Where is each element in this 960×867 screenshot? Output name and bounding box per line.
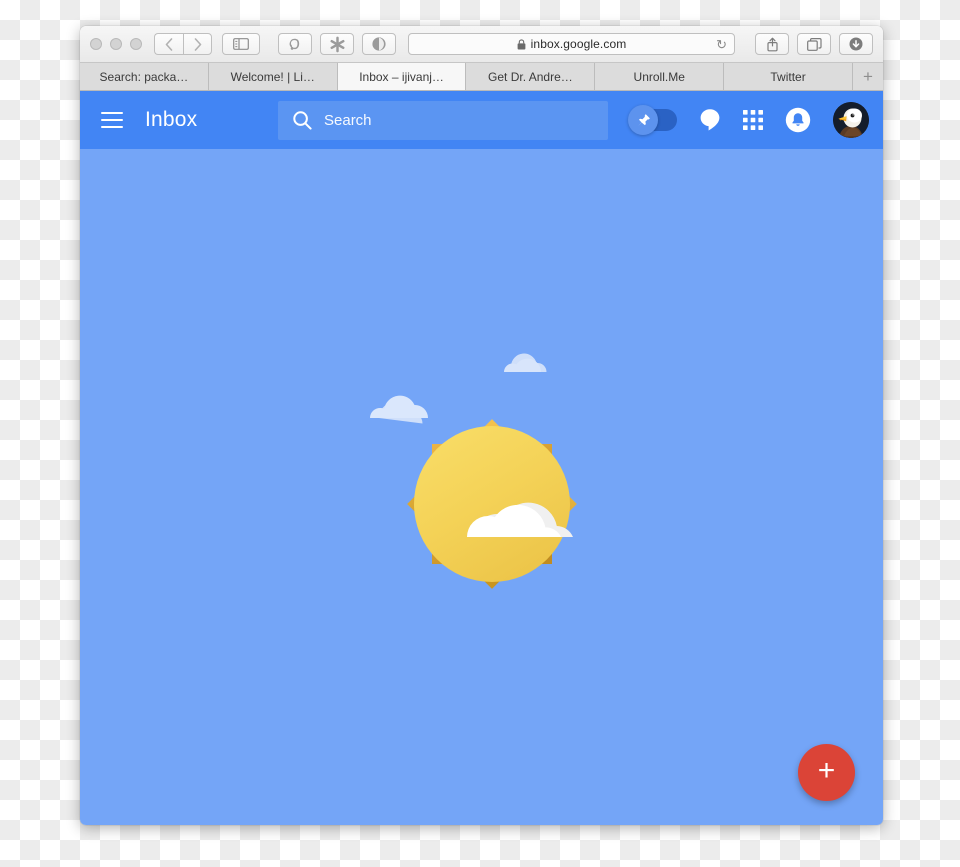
minimize-window-button[interactable] [110, 38, 122, 50]
pin-toggle-knob [628, 105, 658, 135]
sun-disc [413, 426, 570, 582]
pin-toggle[interactable] [628, 105, 677, 135]
tabs-overview-button[interactable] [797, 33, 831, 55]
sidebar-toggle-button[interactable] [222, 33, 260, 55]
apps-grid-icon [743, 110, 763, 130]
browser-toolbar: inbox.google.com ↻ [80, 26, 883, 63]
shield-icon [372, 37, 386, 51]
download-icon [849, 37, 863, 51]
snowflake-extension-button[interactable] [320, 33, 354, 55]
browser-tab[interactable]: Unroll.Me [595, 63, 725, 90]
elephant-icon [289, 38, 299, 50]
chevron-left-icon [165, 37, 173, 51]
tab-bar: Search: packa… Welcome! | Li… Inbox – ij… [80, 63, 883, 91]
toolbar-right-buttons [747, 33, 873, 55]
address-bar[interactable]: inbox.google.com ↻ [408, 33, 735, 55]
sidebar-icon [233, 38, 249, 50]
window-traffic-lights [90, 38, 142, 50]
cloud-small-right-icon [503, 353, 547, 372]
chat-balloon-icon [700, 109, 720, 131]
evernote-extension-button[interactable] [278, 33, 312, 55]
sun-behind-cloud-icon [369, 353, 577, 589]
back-button[interactable] [154, 33, 183, 55]
inbox-empty-state-canvas: + [80, 149, 883, 825]
forward-button[interactable] [183, 33, 212, 55]
eagle-avatar-icon [833, 102, 869, 138]
asterisk-icon [330, 36, 344, 52]
browser-tab[interactable]: Get Dr. Andre… [466, 63, 596, 90]
plus-icon: + [817, 754, 836, 787]
hamburger-menu-icon[interactable] [101, 112, 123, 128]
compose-button[interactable]: + [798, 744, 855, 801]
downloads-button[interactable] [839, 33, 873, 55]
lock-icon [517, 38, 526, 50]
extension-buttons [278, 33, 396, 55]
chevron-right-icon [194, 37, 201, 51]
safari-window: inbox.google.com ↻ Search: packa… Welcom… [80, 26, 883, 825]
address-bar-url: inbox.google.com [530, 37, 627, 51]
share-icon [766, 37, 778, 51]
tabs-overview-icon [806, 37, 822, 51]
hangouts-button[interactable] [699, 108, 721, 132]
close-window-button[interactable] [90, 38, 102, 50]
navigation-buttons [154, 33, 212, 55]
browser-tab[interactable]: Welcome! | Li… [208, 63, 338, 90]
apps-grid-button[interactable] [743, 110, 763, 130]
search-input[interactable]: Search [278, 100, 608, 140]
inbox-app-header: Inbox Search [80, 91, 883, 149]
page-title: Inbox [145, 108, 198, 131]
account-avatar[interactable] [833, 102, 869, 138]
header-actions [628, 102, 869, 138]
pin-icon [637, 113, 650, 126]
cloud-small-left-icon [369, 395, 428, 424]
reload-icon[interactable]: ↻ [716, 38, 727, 51]
browser-tab[interactable]: Twitter [724, 63, 853, 90]
browser-tab-active[interactable]: Inbox – ijivanj… [337, 63, 467, 90]
new-tab-button[interactable]: + [852, 63, 883, 90]
search-placeholder: Search [324, 111, 372, 129]
share-button[interactable] [755, 33, 789, 55]
notifications-button[interactable] [785, 107, 811, 133]
search-icon [293, 110, 312, 130]
onepassword-extension-button[interactable] [362, 33, 396, 55]
browser-tab[interactable]: Search: packa… [80, 63, 209, 90]
zoom-window-button[interactable] [130, 38, 142, 50]
bell-icon [785, 107, 811, 133]
